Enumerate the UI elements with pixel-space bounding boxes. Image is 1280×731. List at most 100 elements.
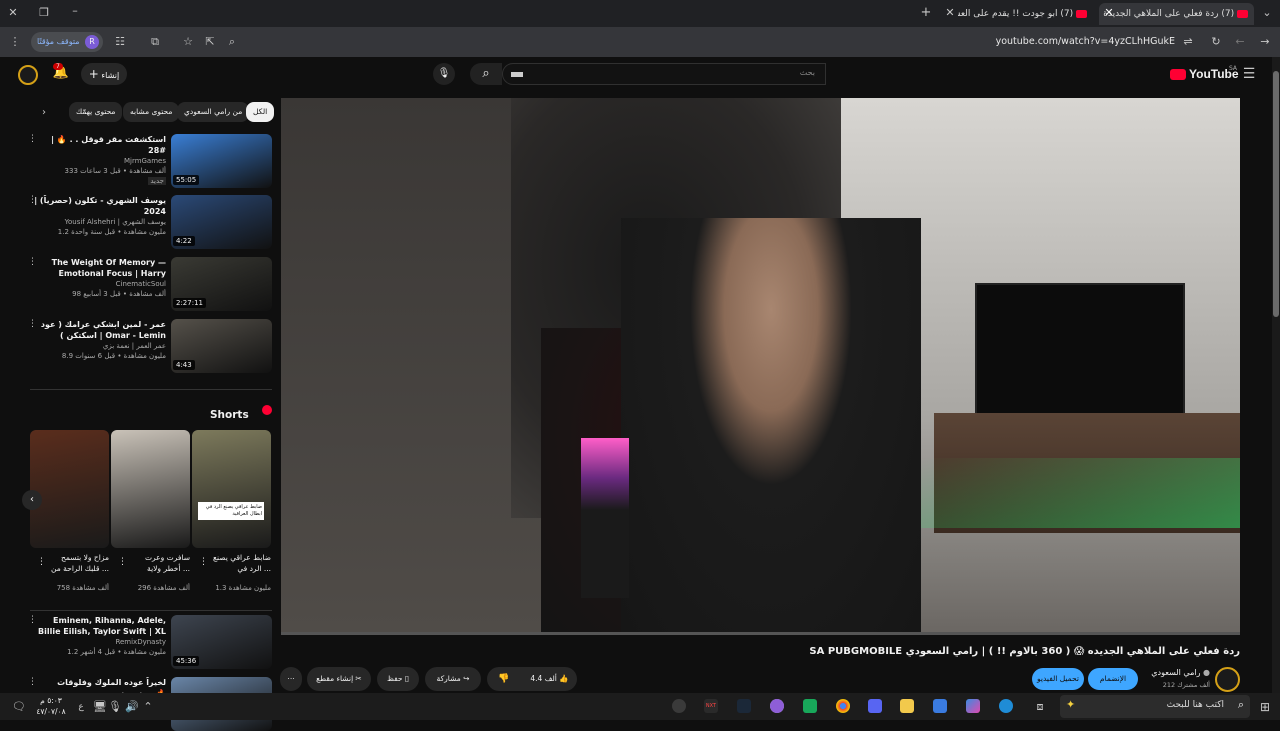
channel-name[interactable]: RemixDynasty <box>34 638 166 646</box>
copilot-app-icon[interactable] <box>966 699 980 713</box>
short-thumbnail[interactable]: ضابط عراقي يصنع الرد في ابطال العراقية <box>192 430 271 548</box>
channel-name[interactable]: عمر العمر | نعمة بزي <box>34 342 166 350</box>
recommended-video[interactable]: 2:27:11 The Weight Of Memory — Emotional … <box>28 257 272 311</box>
tab-inactive[interactable]: (7) ابو جودت !! يقدم على العسكرية <box>958 3 1093 25</box>
more-options-icon[interactable]: ⋮ <box>28 319 37 329</box>
channel-name[interactable]: Yousif Alshehri | يوسف الشهري <box>34 218 166 226</box>
reading-list-icon[interactable]: ☷ <box>113 34 127 50</box>
video-title[interactable]: استكشفت مقر قوقل . . 🔥 | #28 <box>34 134 166 156</box>
taskbar-clock[interactable]: ٥:٠٣ م ٤٧/٠٧/٠٨ <box>30 695 72 717</box>
save-button[interactable]: حفظ ▯ <box>377 667 419 691</box>
create-button[interactable]: + إنشاء <box>81 63 127 85</box>
windows-start-icon[interactable]: ⊞ <box>1257 699 1273 715</box>
more-options-icon[interactable]: ⋮ <box>37 557 46 567</box>
clip-button[interactable]: إنشاء مقطع ✂ <box>307 667 371 691</box>
more-options-icon[interactable]: ⋮ <box>28 615 37 625</box>
dislike-button[interactable]: 👎 <box>490 667 518 691</box>
video-thumbnail[interactable]: 4:22 <box>171 195 272 249</box>
window-minimize-icon[interactable]: – <box>68 3 82 19</box>
short-thumbnail[interactable] <box>30 430 109 548</box>
task-view-icon[interactable]: ⧈ <box>1033 699 1047 715</box>
recommended-video[interactable]: 45:36 Eminem, Rihanna, Adele, Billie Eili… <box>28 615 272 669</box>
channel-name[interactable]: MjrmGames <box>34 157 166 165</box>
download-video-button[interactable]: تحميل الفيديو <box>1032 668 1084 690</box>
app-green-icon[interactable] <box>803 699 817 713</box>
chip-similar[interactable]: محتوى مشابه <box>123 102 180 122</box>
channel-name[interactable]: رامي السعودي ● <box>1140 668 1210 677</box>
window-close-icon[interactable]: ✕ <box>6 5 20 21</box>
short-title[interactable]: سافرت وعرت أخطر ولاية ... <box>130 552 190 574</box>
share-button[interactable]: مشاركة ↪ <box>425 667 481 691</box>
guide-menu-icon[interactable]: ☰ <box>1241 66 1257 82</box>
page-scrollbar[interactable] <box>1272 57 1280 693</box>
search-box[interactable]: بحث <box>502 63 826 85</box>
video-thumbnail[interactable]: 55:05 <box>171 134 272 188</box>
more-options-icon[interactable]: ⋮ <box>28 134 37 144</box>
notification-center-icon[interactable]: 🗨 <box>12 699 26 715</box>
tab-active[interactable]: (7) ردة فعلي على الملاهي الجديدة <box>1099 3 1254 25</box>
more-options-icon[interactable]: ⋮ <box>199 557 208 567</box>
recommended-video[interactable]: 55:05 استكشفت مقر قوقل . . 🔥 | #28 MjrmGam… <box>28 134 272 188</box>
back-icon[interactable]: → <box>1258 34 1272 50</box>
taskbar-search-box[interactable]: اكتب هنا للبحث ⌕ ✦ <box>1060 695 1250 718</box>
join-button[interactable]: الإنضمام <box>1088 668 1138 690</box>
forward-icon[interactable]: ← <box>1233 34 1247 50</box>
notifications-button[interactable]: 🔔 7 <box>51 63 71 85</box>
chip-all[interactable]: الكل <box>246 102 275 122</box>
steam-icon[interactable] <box>737 699 751 713</box>
browser-menu-icon[interactable]: ⋮ <box>8 34 22 50</box>
chrome-icon[interactable] <box>836 699 850 713</box>
video-thumbnail[interactable]: 4:43 <box>171 319 272 373</box>
video-thumbnail[interactable]: 2:27:11 <box>171 257 272 311</box>
video-thumbnail[interactable]: 45:36 <box>171 615 272 669</box>
scrollbar-thumb[interactable] <box>1273 71 1279 317</box>
short-title[interactable]: مزاح ولا بتسمح قلبك الراحة من ... <box>49 552 109 574</box>
short-title[interactable]: ضابط عراقي يصنع الرد في ... <box>211 552 271 574</box>
more-options-icon[interactable]: ⋮ <box>28 257 37 267</box>
recommended-video[interactable]: 4:22 يوسف الشهري - تكلون (حصرياً) | 2024 Y… <box>28 195 272 249</box>
microphone-tray-icon[interactable]: 🎙 <box>108 699 122 715</box>
volume-icon[interactable]: 🔊 <box>125 699 139 715</box>
video-title[interactable]: يوسف الشهري - تكلون (حصرياً) | 2024 <box>34 195 166 217</box>
search-button[interactable]: ⌕ <box>470 63 502 85</box>
video-title[interactable]: عمر - لمين ابشكي عرامك ( عود اسكتكن ) | … <box>34 319 166 341</box>
discord-icon[interactable] <box>868 699 882 713</box>
address-bar[interactable]: youtube.com/watch?v=4yzCLhHGukE <box>880 34 1175 50</box>
more-options-icon[interactable]: ⋮ <box>118 557 127 567</box>
chip-related[interactable]: محتوى يهمّك <box>69 102 123 122</box>
store-icon[interactable] <box>933 699 947 713</box>
tray-expand-icon[interactable]: ⌃ <box>142 699 154 715</box>
close-tab-icon[interactable]: ✕ <box>944 5 956 21</box>
short-thumbnail[interactable] <box>111 430 190 548</box>
more-options-icon[interactable]: ⋮ <box>28 195 37 205</box>
file-explorer-icon[interactable] <box>900 699 914 713</box>
voice-search-button[interactable]: 🎙 <box>433 63 455 85</box>
tab-search-icon[interactable]: ⌄ <box>1260 5 1274 21</box>
video-title[interactable]: Eminem, Rihanna, Adele, Billie Eilish, T… <box>34 615 166 637</box>
window-restore-icon[interactable]: ❐ <box>37 5 51 21</box>
app-grid-icon[interactable] <box>672 699 686 713</box>
next-app-icon[interactable]: NXT <box>704 699 718 713</box>
new-tab-icon[interactable]: + <box>919 5 933 21</box>
more-actions-button[interactable]: ⋯ <box>280 667 302 691</box>
zoom-icon[interactable]: ⌕ <box>225 34 239 50</box>
bookmark-star-icon[interactable]: ☆ <box>181 34 195 50</box>
chip-from-channel[interactable]: من رامي السعودي <box>177 102 250 122</box>
network-icon[interactable]: 🖥 <box>93 699 107 715</box>
video-title[interactable]: The Weight Of Memory — Emotional Focus |… <box>34 257 166 279</box>
video-progress-bar[interactable] <box>281 632 1240 635</box>
reload-icon[interactable]: ↻ <box>1209 34 1223 50</box>
app-purple-icon[interactable] <box>770 699 784 713</box>
edge-browser-icon[interactable] <box>999 699 1013 713</box>
recommended-video[interactable]: 4:43 عمر - لمين ابشكي عرامك ( عود اسكتكن … <box>28 319 272 373</box>
account-avatar[interactable] <box>18 65 38 85</box>
extensions-icon[interactable]: ⧉ <box>148 34 162 50</box>
shorts-prev-button[interactable]: ‹ <box>22 490 42 510</box>
share-page-icon[interactable]: ⇱ <box>203 34 217 50</box>
like-button[interactable]: 4.4 ألف 👍 <box>522 667 577 691</box>
profile-paused-button[interactable]: متوقف مؤقتًا R <box>31 32 103 52</box>
chips-scroll-left-icon[interactable]: › <box>38 105 50 121</box>
site-settings-icon[interactable]: ⇌ <box>1181 34 1195 50</box>
video-player[interactable] <box>281 98 1240 635</box>
youtube-logo[interactable]: YouTube SA <box>1170 65 1239 83</box>
